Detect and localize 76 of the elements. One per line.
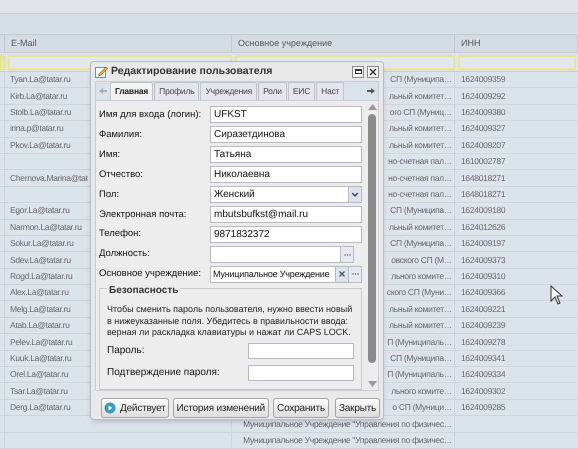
dialog-title: Редактирование пользователя <box>111 64 272 79</box>
email-cell: Pkov.La@tatar.ru <box>10 138 70 152</box>
institution-cell: льный комитет… <box>389 138 452 152</box>
email-cell: Tyan.La@tatar.ru <box>10 73 71 86</box>
email-cell: Kuuk.La@tatar.ru <box>10 352 72 365</box>
inn-cell: 1624009359 <box>461 73 506 86</box>
inn-cell: 1610002787 <box>461 155 506 168</box>
field-label: Пароль: <box>107 344 146 358</box>
email-cell: Kirb.La@tatar.ru <box>10 90 68 102</box>
field-label: Пол: <box>99 188 120 202</box>
inn-cell: 1624009207 <box>461 138 506 152</box>
inn-cell: 1624009292 <box>461 90 506 102</box>
institution-cell: СП (Муниципа… <box>390 204 452 218</box>
inn-cell: 1624009302 <box>461 384 506 398</box>
inn-cell: 1624012626 <box>461 220 506 234</box>
email-cell: Tsar.La@tatar.ru <box>10 384 68 398</box>
field-label: Основное учреждение: <box>99 267 202 282</box>
inn-cell: 1624009373 <box>461 254 506 266</box>
institution-cell: льный комитет… <box>389 90 452 102</box>
institution-cell: льный комитет… <box>389 302 452 316</box>
email-cell: Sdev.La@tatar.ru <box>10 254 71 266</box>
institution-cell: ого СП (Муниц… <box>390 106 452 119</box>
email-cell: Egor.La@tatar.ru <box>10 204 70 218</box>
email-cell: Orel.La@tatar.ru <box>10 368 68 382</box>
email-cell: Sokur.La@tatar.ru <box>10 237 74 250</box>
inn-cell: 1624009221 <box>461 302 506 316</box>
inn-cell: 1624009285 <box>461 401 506 414</box>
field-label: Имя для входа (логин): <box>99 108 202 122</box>
inn-cell: 1624009341 <box>461 352 506 365</box>
email-cell: irina.p@tatar.ru <box>10 122 64 136</box>
field-label: Электронная почта: <box>99 208 188 222</box>
email-cell: Derg.La@tatar.ru <box>10 401 71 414</box>
institution-cell: П (Муниципаль… <box>387 368 452 382</box>
inn-cell: 1648018271 <box>461 188 506 201</box>
inn-cell: 1624009239 <box>461 319 506 332</box>
inn-cell: 1624009327 <box>461 122 506 136</box>
institution-cell: льный комитет… <box>389 220 452 234</box>
institution-cell: Муниципальное Учреждение "Управления по физичес… <box>243 418 452 430</box>
institution-cell: П (Муниципаль… <box>387 336 452 348</box>
institution-cell: льный комитет… <box>389 122 452 136</box>
field-label: Фамилия: <box>99 128 143 142</box>
institution-cell: льного комите… <box>391 270 452 283</box>
email-cell: Alex.La@tatar.ru <box>10 286 69 300</box>
institution-cell: овского СП (М… <box>391 254 452 266</box>
inn-cell: 1624009334 <box>461 368 506 382</box>
inn-cell: 1624009197 <box>461 237 506 250</box>
inn-cell: 1624009278 <box>461 336 506 348</box>
field-label: Отчество: <box>99 168 144 182</box>
institution-cell: но-счетная пал… <box>388 155 452 168</box>
institution-cell: но-счетная пал… <box>388 188 452 201</box>
institution-cell: но-счетная пал… <box>388 172 452 184</box>
institution-cell: ского СП (Муни… <box>386 286 452 300</box>
institution-cell: льного комите… <box>391 384 452 398</box>
field-label: Должность: <box>99 247 151 262</box>
field-label: Подтверждение пароля: <box>107 366 221 380</box>
institution-cell: о СП (Муници… <box>392 401 452 414</box>
institution-cell: льный комитет… <box>389 319 452 332</box>
institution-cell: СП (Муниципа… <box>390 73 452 86</box>
field-label: Имя: <box>99 148 122 162</box>
email-cell: Chernova.Marina@tat <box>10 172 88 184</box>
inn-cell: 1624009310 <box>461 270 506 283</box>
email-cell: Narmon.La@tatar.ru <box>10 220 82 234</box>
institution-cell: СП (Муниципа… <box>390 352 452 365</box>
email-cell: Rogd.La@tatar.ru <box>10 270 72 283</box>
inn-cell: 1624009366 <box>461 286 506 300</box>
email-cell: Atab.La@tatar.ru <box>10 319 70 332</box>
institution-cell: Муниципальное Учреждение "Управления по физичес… <box>243 434 452 447</box>
inn-cell: 1648018271 <box>461 172 506 184</box>
email-cell: Stolb.La@tatar.ru <box>10 106 72 119</box>
inn-cell: 1624009180 <box>461 204 506 218</box>
security-note: Чтобы сменить пароль пользователя, нужно ввести новый в нижеуказанные поля. Убедитесь в правильности ввода: верная ли раскладка клавиатуры и нажат ли CAPS LOCK. <box>107 304 354 339</box>
field-label: Телефон: <box>99 227 142 242</box>
email-cell: Melg.La@tatar.ru <box>10 302 71 316</box>
email-cell: Pelev.La@tatar.ru <box>10 336 72 348</box>
institution-cell: СП (Муниципа… <box>390 237 452 250</box>
inn-cell: 1624009380 <box>461 106 506 119</box>
